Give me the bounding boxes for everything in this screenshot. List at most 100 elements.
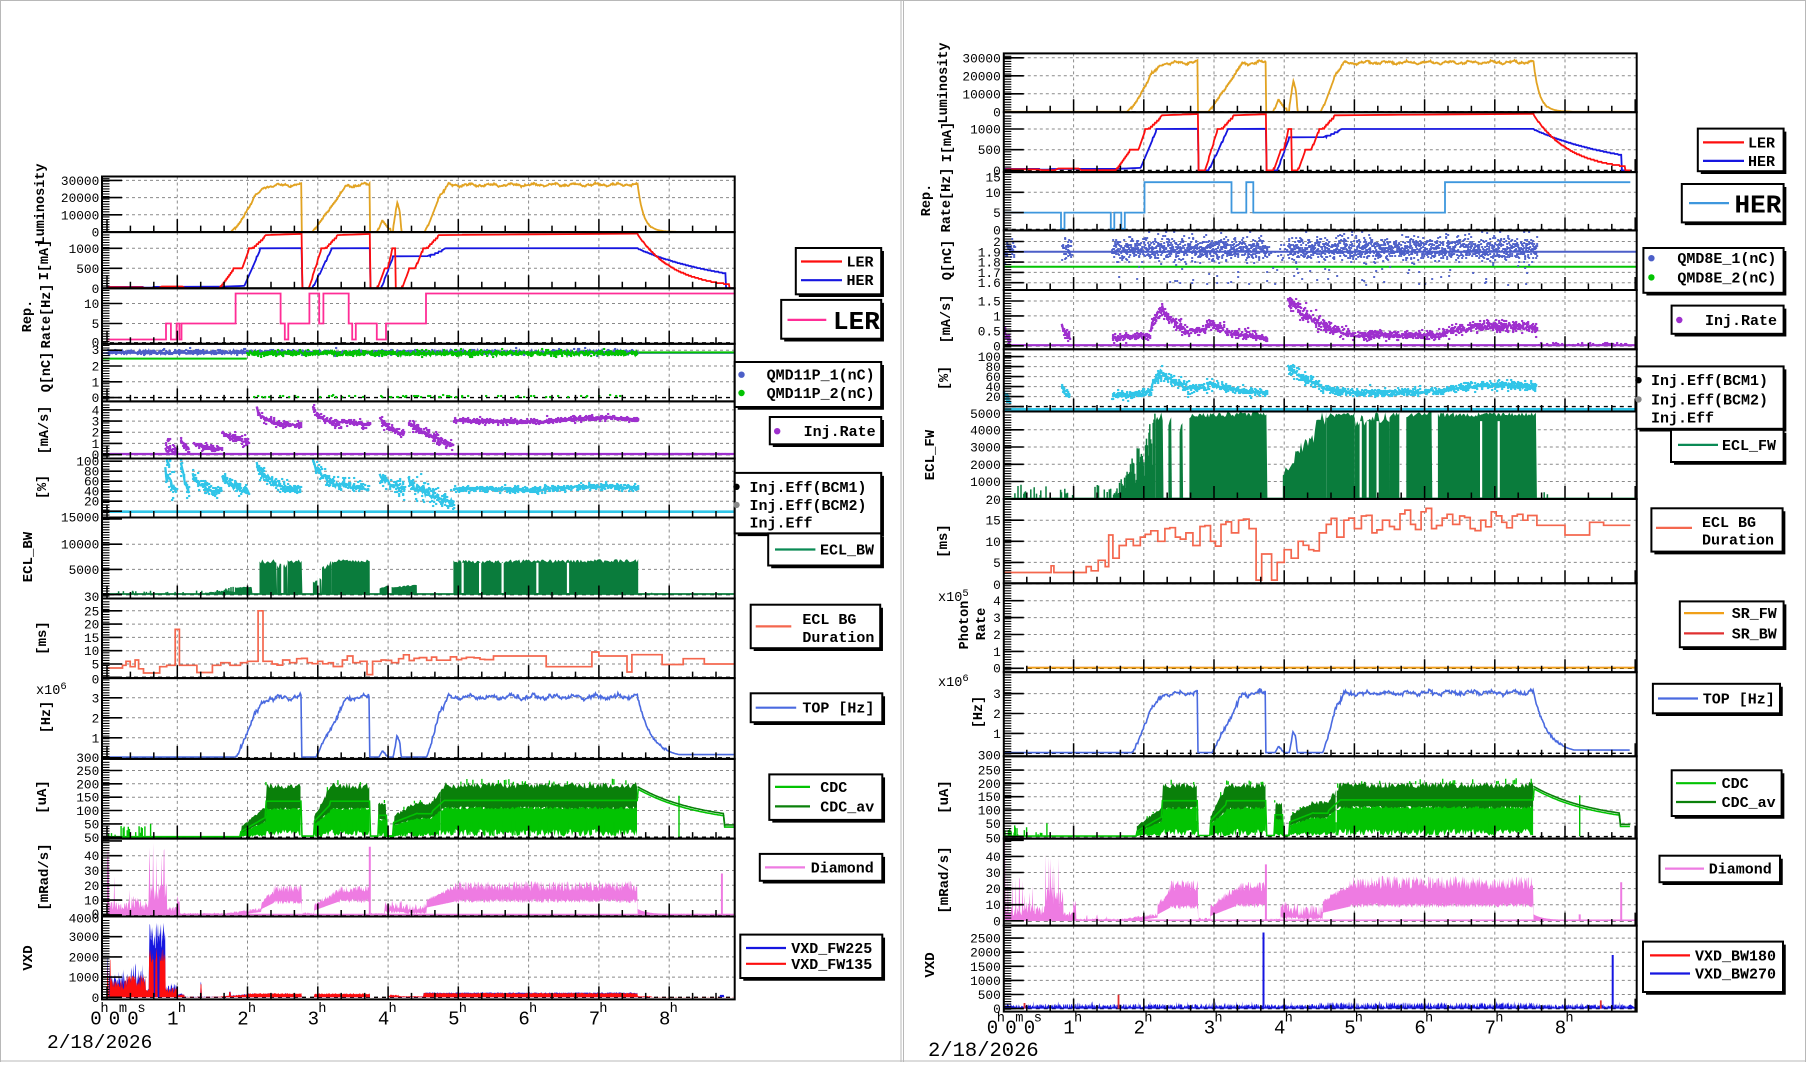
svg-text:ECL_FW: ECL_FW	[923, 429, 939, 480]
svg-text:1000: 1000	[970, 974, 1001, 989]
svg-text:I[mA]: I[mA]	[941, 122, 956, 163]
svg-text:h: h	[1074, 1011, 1082, 1026]
svg-text:[ms]: [ms]	[35, 621, 51, 655]
svg-text:1: 1	[92, 375, 100, 390]
svg-text:Inj.Eff: Inj.Eff	[1651, 411, 1714, 428]
svg-text:QMD8E_1(nC): QMD8E_1(nC)	[1677, 251, 1776, 268]
svg-text:10000: 10000	[61, 208, 99, 223]
svg-text:1: 1	[993, 645, 1001, 660]
svg-text:50: 50	[985, 831, 1000, 846]
svg-text:VXD_BW270: VXD_BW270	[1695, 967, 1776, 984]
svg-text:h: h	[599, 1002, 607, 1017]
svg-text:3000: 3000	[69, 930, 100, 945]
svg-text:Inj.Eff(BCM2): Inj.Eff(BCM2)	[1651, 392, 1768, 409]
svg-text:30: 30	[84, 864, 99, 879]
svg-text:4000: 4000	[69, 912, 100, 927]
svg-text:Luminosity: Luminosity	[937, 42, 952, 123]
svg-text:CDC_av: CDC_av	[820, 799, 874, 816]
svg-text:TOP [Hz]: TOP [Hz]	[1703, 692, 1775, 709]
svg-text:5000: 5000	[69, 563, 100, 578]
svg-text:40: 40	[84, 849, 99, 864]
svg-text:[mA/s]: [mA/s]	[940, 295, 955, 344]
svg-text:[Hz]: [Hz]	[972, 696, 987, 728]
svg-text:40: 40	[985, 850, 1000, 865]
svg-text:50: 50	[985, 817, 1000, 832]
svg-text:15: 15	[985, 170, 1000, 185]
svg-text:2/18/2026: 2/18/2026	[928, 1040, 1039, 1062]
svg-text:h: h	[459, 1002, 467, 1017]
svg-text:20: 20	[84, 879, 99, 894]
svg-text:Inj.Rate: Inj.Rate	[804, 424, 876, 441]
svg-text:[uA]: [uA]	[937, 780, 953, 814]
svg-text:[%]: [%]	[36, 475, 51, 499]
svg-text:Rate: Rate	[975, 608, 990, 640]
svg-text:VXD: VXD	[21, 945, 37, 970]
svg-text:HER: HER	[1748, 154, 1775, 171]
svg-text:Duration: Duration	[802, 630, 874, 647]
svg-text:[Hz]: [Hz]	[40, 701, 55, 733]
svg-text:h: h	[997, 1011, 1005, 1026]
svg-text:Inj.Rate: Inj.Rate	[1705, 313, 1777, 330]
svg-text:2: 2	[92, 360, 100, 375]
svg-text:30: 30	[84, 590, 99, 605]
svg-text:h: h	[318, 1002, 326, 1017]
svg-text:s: s	[137, 1002, 145, 1017]
svg-text:Inj.Eff: Inj.Eff	[750, 516, 813, 533]
svg-text:1.5: 1.5	[978, 295, 1001, 310]
svg-text:h: h	[1285, 1011, 1293, 1026]
svg-text:h: h	[1425, 1011, 1433, 1026]
svg-text:15000: 15000	[61, 511, 99, 526]
svg-text:h: h	[529, 1002, 537, 1017]
svg-text:h: h	[1144, 1011, 1152, 1026]
svg-text:1.6: 1.6	[978, 276, 1001, 291]
svg-text:20000: 20000	[61, 191, 99, 206]
svg-text:0.5: 0.5	[978, 324, 1001, 339]
svg-text:3: 3	[993, 687, 1001, 702]
svg-text:CDC: CDC	[820, 780, 847, 797]
svg-text:2000: 2000	[970, 946, 1001, 961]
svg-text:2: 2	[993, 707, 1001, 722]
svg-text:QMD11P_2(nC): QMD11P_2(nC)	[767, 386, 875, 403]
svg-text:1000: 1000	[69, 242, 100, 257]
svg-text:ECL BG: ECL BG	[1702, 515, 1756, 532]
svg-text:4: 4	[993, 594, 1001, 609]
svg-text:Inj.Eff(BCM1): Inj.Eff(BCM1)	[1651, 373, 1768, 390]
svg-text:1: 1	[993, 727, 1001, 742]
svg-text:10: 10	[985, 186, 1000, 201]
svg-text:20: 20	[84, 495, 99, 510]
svg-text:ECL BG: ECL BG	[802, 612, 856, 629]
svg-text:LER: LER	[847, 255, 874, 272]
svg-text:0: 0	[92, 226, 100, 241]
svg-text:h: h	[388, 1002, 396, 1017]
svg-text:20: 20	[985, 390, 1000, 405]
svg-text:30: 30	[985, 866, 1000, 881]
svg-text:2: 2	[993, 628, 1001, 643]
svg-text:h: h	[1495, 1011, 1503, 1026]
svg-text:ECL_FW: ECL_FW	[1722, 438, 1776, 455]
svg-text:LER: LER	[833, 307, 880, 337]
svg-text:5: 5	[92, 658, 100, 673]
svg-text:CDC_av: CDC_av	[1722, 795, 1776, 812]
svg-text:50: 50	[84, 831, 99, 846]
svg-text:30000: 30000	[61, 174, 99, 189]
svg-text:Rep.: Rep.	[920, 184, 935, 216]
svg-text:30000: 30000	[962, 51, 1000, 66]
svg-text:10000: 10000	[61, 538, 99, 553]
svg-text:15: 15	[985, 514, 1000, 529]
svg-text:0: 0	[92, 672, 100, 687]
svg-text:VXD_FW135: VXD_FW135	[791, 957, 872, 974]
svg-text:500: 500	[76, 262, 99, 277]
svg-text:[uA]: [uA]	[35, 780, 51, 814]
svg-text:0: 0	[993, 578, 1001, 593]
svg-text:[mRad/s]: [mRad/s]	[937, 846, 953, 913]
svg-text:TOP [Hz]: TOP [Hz]	[802, 701, 874, 718]
svg-text:0: 0	[993, 105, 1001, 120]
svg-text:20000: 20000	[962, 69, 1000, 84]
svg-text:h: h	[1214, 1011, 1222, 1026]
svg-text:[mRad/s]: [mRad/s]	[37, 843, 53, 910]
svg-text:3: 3	[92, 343, 100, 358]
svg-text:500: 500	[978, 988, 1001, 1003]
svg-text:QMD11P_1(nC): QMD11P_1(nC)	[767, 368, 875, 385]
svg-text:h: h	[100, 1002, 108, 1017]
svg-text:500: 500	[978, 143, 1001, 158]
